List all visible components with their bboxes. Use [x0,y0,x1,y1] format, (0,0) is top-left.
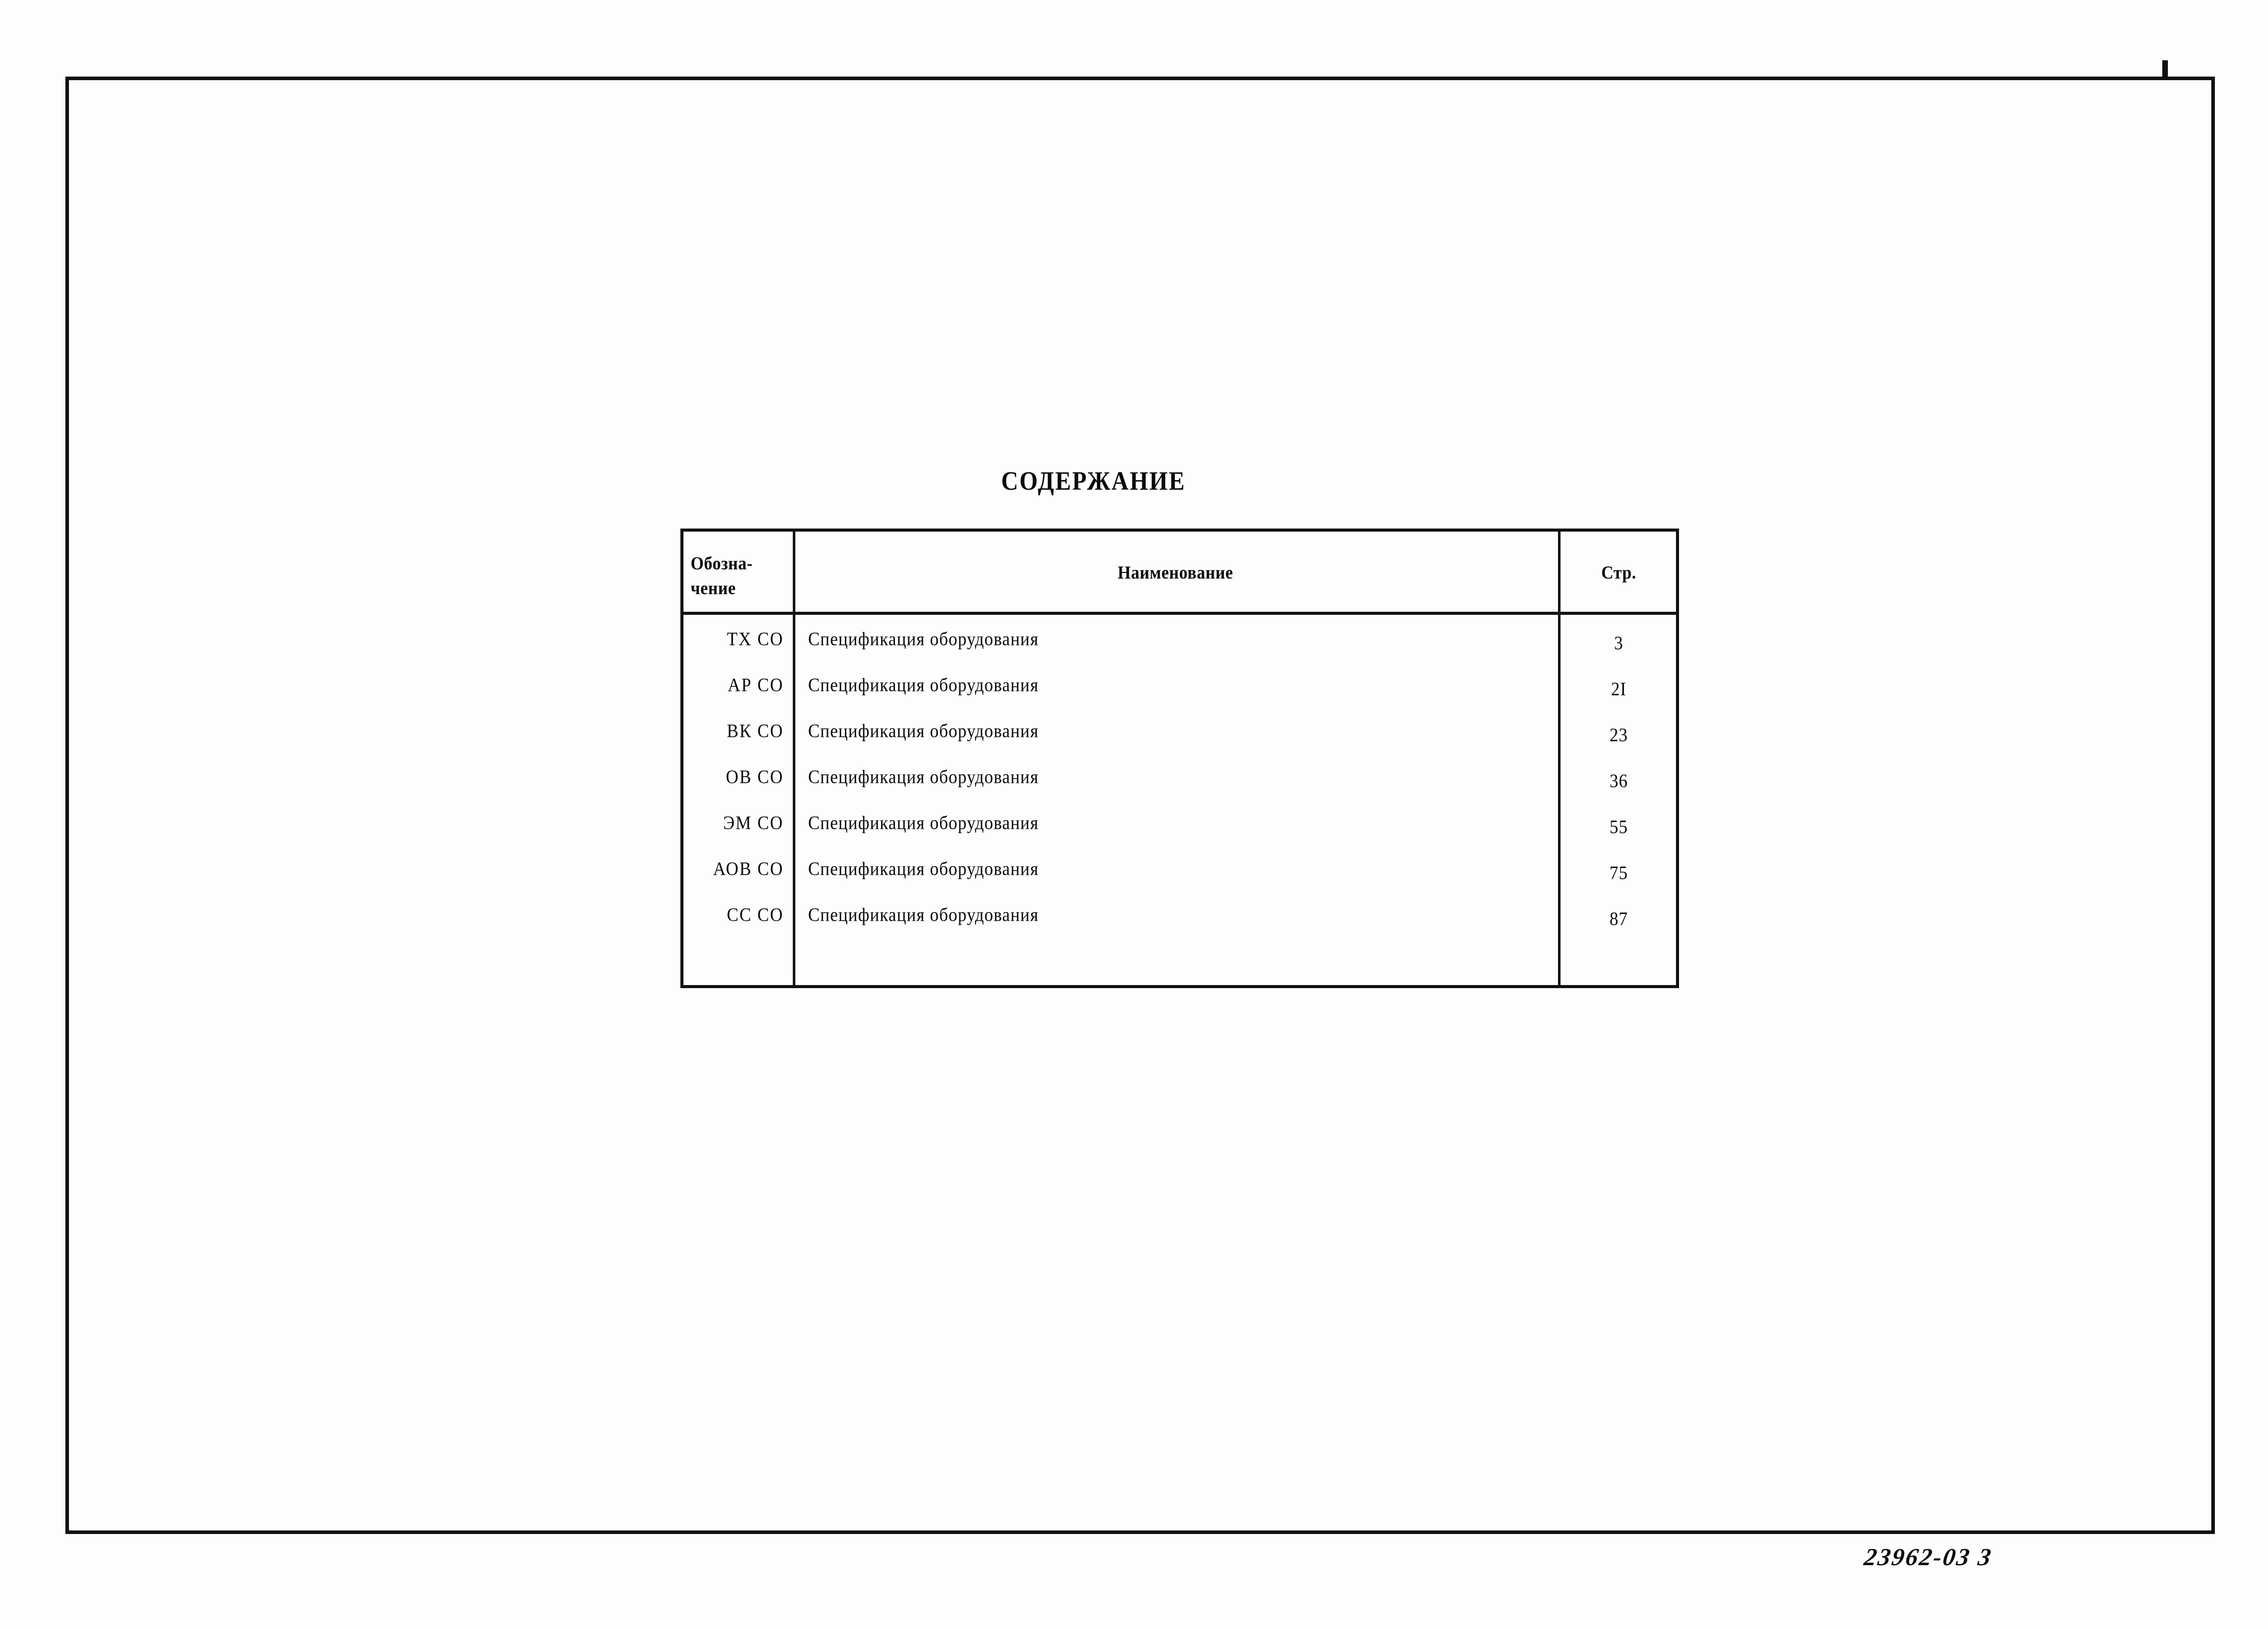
handwritten-sheet-marking: 23962-03 3 [1862,1544,1995,1571]
cell-page-number: 23 [1610,725,1628,746]
page-title: СОДЕРЖАНИЕ [1001,466,1186,496]
cell-page-number: 36 [1610,771,1628,792]
cell-name: Спецификация оборудования [808,859,1039,879]
table-row: АОВ СО Спецификация оборудования 75 [683,845,1676,891]
table-row: АР СО Спецификация оборудования 2I [683,661,1676,707]
table-row: ТХ СО Спецификация оборудования 3 [683,615,1676,661]
column-header-designation: Обозна- чение [691,554,753,598]
cell-name: Спецификация оборудования [808,905,1039,925]
scanned-page: СОДЕРЖАНИЕ Обозна- чение Наименование Ст… [0,0,2268,1629]
cell-name: Спецификация оборудования [808,629,1039,650]
cell-designation: ОВ СО [726,767,784,787]
cell-designation: АОВ СО [713,859,784,879]
cell-page-number: 55 [1610,817,1628,837]
cell-name: Спецификация оборудования [808,721,1039,741]
registration-tick-mark [2162,60,2168,78]
cell-name: Спецификация оборудования [808,813,1039,833]
cell-name: Спецификация оборудования [808,675,1039,696]
contents-row-list: ТХ СО Спецификация оборудования 3 АР СО Спец… [683,615,1676,985]
cell-page-number: 87 [1610,909,1628,929]
cell-designation: ВК СО [726,721,784,741]
table-row: ОВ СО Спецификация оборудования 36 [683,753,1676,799]
cell-designation: СС СО [726,905,784,925]
column-header-page: Стр. [1601,563,1637,583]
cell-page-number: 3 [1614,633,1623,654]
cell-page-number: 75 [1610,863,1628,883]
table-row: СС СО Спецификация оборудования 87 [683,891,1676,937]
cell-designation: ЭМ СО [723,813,784,833]
contents-table: Обозна- чение Наименование Стр. ТХ СО Спе… [680,529,1679,988]
table-row: ЭМ СО Спецификация оборудования 55 [683,799,1676,845]
cell-page-number: 2I [1611,679,1627,700]
table-row: ВК СО Спецификация оборудования 23 [683,707,1676,753]
cell-designation: АР СО [727,675,784,696]
column-header-name: Наименование [1118,563,1233,583]
cell-name: Спецификация оборудования [808,767,1039,787]
cell-designation: ТХ СО [726,629,784,650]
